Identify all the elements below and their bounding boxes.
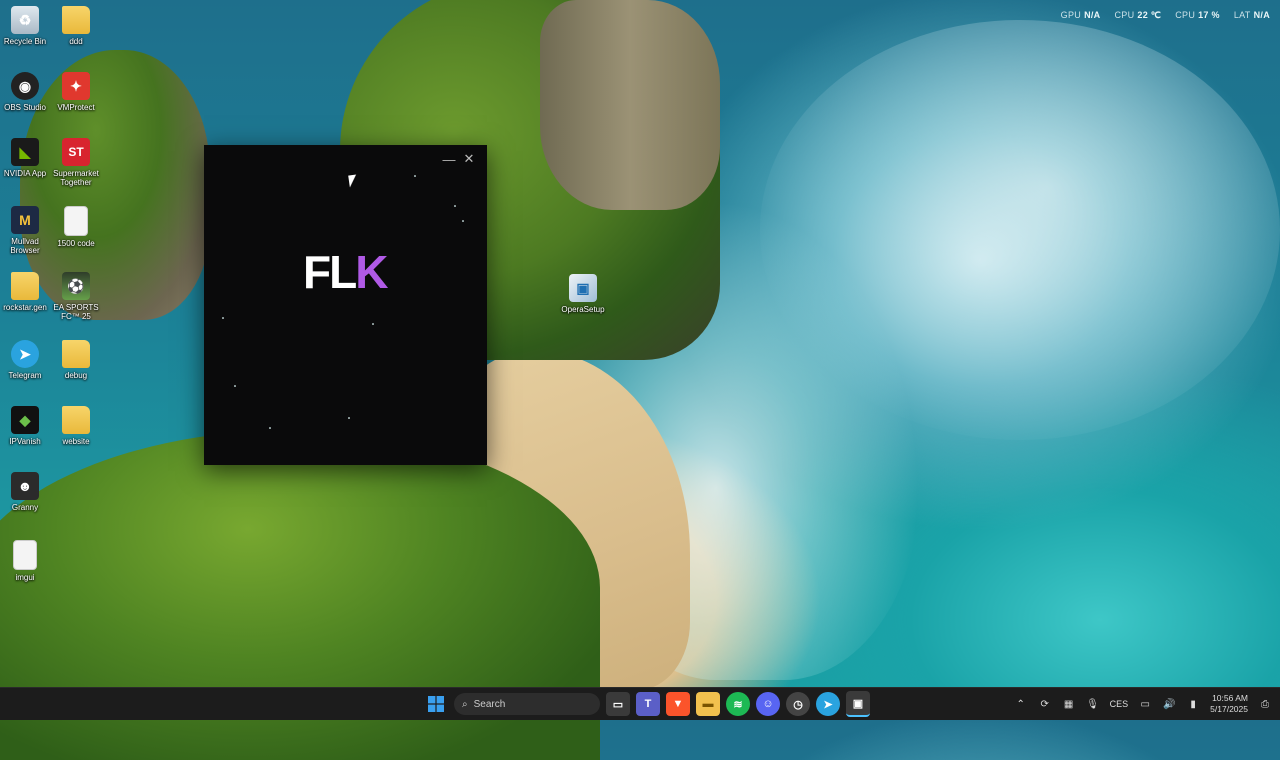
latency-stat: LAT N/A (1233, 10, 1270, 20)
clock-date: 5/17/2025 (1210, 704, 1248, 714)
window-controls: — ✕ (443, 151, 475, 167)
desktop-icon-website[interactable]: website (48, 406, 104, 446)
flk-logo: FLK (303, 245, 388, 299)
granny-icon: ☻ (11, 472, 39, 500)
desktop-icon-ea-sports-fc[interactable]: ⚽ EA SPORTS FC™ 25 (48, 272, 104, 321)
minimize-button[interactable]: — (443, 152, 456, 167)
star-particle (462, 220, 464, 222)
mullvad-icon: M (11, 206, 39, 234)
desktop-icon-imgui[interactable]: imgui (0, 540, 53, 582)
desktop-icon-ipvanish[interactable]: ◆ IPVanish (0, 406, 53, 446)
cpu-usage-stat: CPU 17 % (1175, 10, 1220, 20)
notification-icon[interactable]: ⎙ (1258, 697, 1272, 711)
folder-icon (62, 340, 90, 368)
teams-icon[interactable]: T (636, 692, 660, 716)
clock-time: 10:56 AM (1212, 693, 1248, 703)
chevron-up-icon[interactable]: ⌃ (1014, 697, 1028, 711)
ea-fc-icon: ⚽ (62, 272, 90, 300)
task-view-icon[interactable]: ▭ (606, 692, 630, 716)
desktop-icon-recycle-bin[interactable]: ♻ Recycle Bin (0, 6, 53, 46)
volume-icon[interactable]: 🔊 (1162, 697, 1176, 711)
file-explorer-icon[interactable]: ▬ (696, 692, 720, 716)
app-tray-icon[interactable]: ▦ (1062, 697, 1076, 711)
folder-icon (62, 6, 90, 34)
gpu-stat: GPU N/A (1060, 10, 1101, 20)
cpu-temp-stat: CPU 22 ℃ (1114, 10, 1162, 20)
nvidia-icon: ◣ (11, 138, 39, 166)
taskbar-search[interactable]: ⌕ Search (454, 693, 600, 715)
text-file-icon (64, 206, 88, 236)
search-placeholder: Search (473, 698, 506, 710)
desktop-icon-opera-setup[interactable]: ▣ OperaSetup (555, 274, 611, 314)
flk-app-window[interactable]: — ✕ FLK (204, 145, 487, 465)
supermarket-together-icon: ST (62, 138, 90, 166)
desktop-icon-debug[interactable]: debug (48, 340, 104, 380)
desktop-icon-granny[interactable]: ☻ Granny (0, 472, 53, 512)
file-icon (13, 540, 37, 570)
desktop-icon-vmprotect[interactable]: ✦ VMProtect (48, 72, 104, 112)
desktop-icon-1500-code[interactable]: 1500 code (48, 206, 104, 248)
clock[interactable]: 10:56 AM 5/17/2025 (1210, 693, 1248, 715)
desktop-icon-telegram[interactable]: ➤ Telegram (0, 340, 53, 380)
desktop-icon-mullvad-browser[interactable]: M Mullvad Browser (0, 206, 53, 255)
desktop-icon-ddd[interactable]: ddd (48, 6, 104, 46)
recycle-bin-icon: ♻ (11, 6, 39, 34)
folder-icon (62, 406, 90, 434)
taskbar: ⌕ Search ▭ T ▼ ▬ ≋ ☺ ◷ ➤ ▣ ⌃ ⟳ ▦ 🎙 CES ▭… (0, 687, 1280, 720)
performance-overlay: GPU N/A CPU 22 ℃ CPU 17 % LAT N/A (1061, 10, 1270, 21)
desktop-icon-obs-studio[interactable]: ◉ OBS Studio (0, 72, 53, 112)
discord-icon[interactable]: ☺ (756, 692, 780, 716)
spotify-icon[interactable]: ≋ (726, 692, 750, 716)
star-particle (269, 427, 271, 429)
star-particle (234, 385, 236, 387)
close-button[interactable]: ✕ (463, 151, 475, 166)
active-app-icon[interactable]: ▣ (846, 691, 870, 717)
telegram-icon: ➤ (11, 340, 39, 368)
sync-icon[interactable]: ⟳ (1038, 697, 1052, 711)
desktop-icon-rockstar-gen[interactable]: rockstar.gen (0, 272, 53, 312)
logo-accent-text: K (355, 246, 388, 298)
star-particle (348, 417, 350, 419)
star-particle (372, 323, 374, 325)
search-icon: ⌕ (462, 698, 468, 710)
telegram-taskbar-icon[interactable]: ➤ (816, 692, 840, 716)
taskbar-apps: ⌕ Search ▭ T ▼ ▬ ≋ ☺ ◷ ➤ ▣ (424, 688, 870, 720)
microphone-icon[interactable]: 🎙 (1086, 697, 1100, 711)
system-tray: ⌃ ⟳ ▦ 🎙 CES ▭ 🔊 ▮ 10:56 AM 5/17/2025 ⎙ (1014, 688, 1272, 720)
brave-icon[interactable]: ▼ (666, 692, 690, 716)
logo-main-text: FL (303, 246, 357, 298)
opera-setup-icon: ▣ (569, 274, 597, 302)
clock-app-icon[interactable]: ◷ (786, 692, 810, 716)
ipvanish-icon: ◆ (11, 406, 39, 434)
star-particle (414, 175, 416, 177)
obs-icon: ◉ (11, 72, 39, 100)
language-indicator[interactable]: CES (1110, 699, 1129, 709)
wallpaper-rock-face (540, 0, 720, 210)
network-icon[interactable]: ▭ (1138, 697, 1152, 711)
desktop-icon-supermarket-together[interactable]: ST Supermarket Together (48, 138, 104, 187)
vmprotect-icon: ✦ (62, 72, 90, 100)
star-particle (222, 317, 224, 319)
folder-icon (11, 272, 39, 300)
star-particle (454, 205, 456, 207)
desktop-icon-nvidia-app[interactable]: ◣ NVIDIA App (0, 138, 53, 178)
start-button[interactable] (424, 692, 448, 716)
windows-logo-icon (428, 696, 444, 712)
mouse-cursor (348, 174, 358, 188)
battery-icon[interactable]: ▮ (1186, 697, 1200, 711)
